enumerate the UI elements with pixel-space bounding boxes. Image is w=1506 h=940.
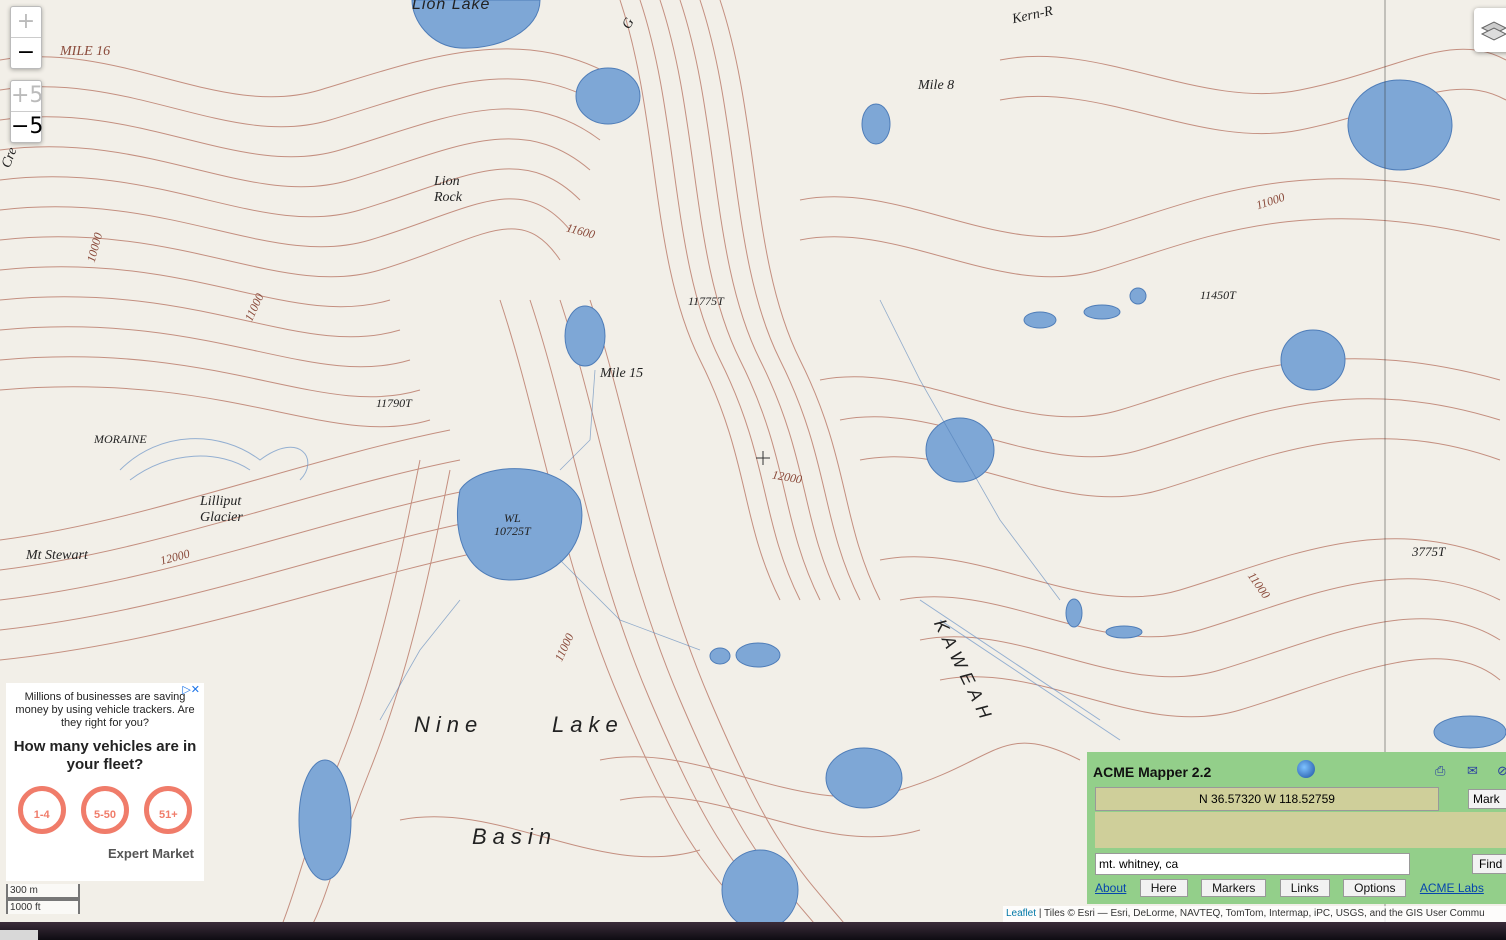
- ad-option-1[interactable]: 1-4: [17, 786, 66, 834]
- label-moraine: MORAINE: [94, 432, 147, 446]
- layers-icon: [1480, 21, 1506, 41]
- zoom-out-button[interactable]: −: [11, 38, 41, 68]
- label-mile16: MILE 16: [60, 44, 111, 59]
- ad-options: 1-4 5-50 51+: [6, 786, 204, 834]
- label-mile15: Mile 15: [600, 366, 644, 381]
- ad-option-3[interactable]: 51+: [144, 786, 193, 834]
- label-wl: WL 10725T: [494, 511, 531, 538]
- label-lilliput-glacier: Lilliput Glacier: [200, 494, 243, 525]
- attribution-text: | Tiles © Esri — Esri, DeLorme, NAVTEQ, …: [1038, 908, 1485, 919]
- layers-button[interactable]: [1474, 8, 1506, 52]
- here-button[interactable]: Here: [1139, 879, 1188, 897]
- advertisement[interactable]: ▷✕ Millions of businesses are saving mon…: [6, 683, 204, 881]
- taskbar-tab[interactable]: [0, 930, 38, 940]
- attribution: Leaflet | Tiles © Esri — Esri, DeLorme, …: [1003, 906, 1506, 922]
- zoom-in-button[interactable]: +: [11, 7, 41, 38]
- leaflet-link[interactable]: Leaflet: [1006, 908, 1036, 919]
- ad-brand: Expert Market: [108, 846, 194, 861]
- label-lake: Lake: [552, 712, 624, 737]
- zoom-control: + −: [10, 6, 42, 69]
- scale-imperial: 1000 ft: [6, 899, 80, 914]
- label-e3775: 3775T: [1412, 544, 1446, 559]
- panel-links: About Here Markers Links Options ACME La…: [1095, 879, 1494, 897]
- mark-button[interactable]: Mark: [1468, 789, 1506, 809]
- ad-headline: How many vehicles are in your fleet?: [13, 738, 197, 773]
- scale-metric: 300 m: [6, 884, 80, 899]
- links-button[interactable]: Links: [1279, 879, 1330, 897]
- find-button[interactable]: Find: [1472, 854, 1506, 874]
- ad-text: Millions of businesses are saving money …: [15, 691, 195, 729]
- email-icon[interactable]: ✉: [1467, 763, 1481, 778]
- zoom-in-5-button[interactable]: +5: [11, 81, 43, 112]
- label-mile8: Mile 8: [918, 78, 955, 93]
- taskbar: [0, 922, 1506, 940]
- label-e11790: 11790T: [376, 396, 412, 410]
- label-mt-stewart: Mt Stewart: [26, 548, 88, 563]
- print-icon[interactable]: ⎙: [1435, 763, 1449, 778]
- label-lion-lake: Lion Lake: [412, 0, 491, 13]
- search-input[interactable]: mt. whitney, ca: [1095, 853, 1410, 875]
- globe-icon[interactable]: [1297, 760, 1315, 778]
- label-basin: Basin: [472, 824, 558, 849]
- label-lion-rock: Lion Rock: [434, 174, 462, 205]
- coords-readout: N 36.57320 W 118.52759: [1095, 787, 1439, 811]
- markers-button[interactable]: Markers: [1201, 879, 1267, 897]
- scale-bar: 300 m 1000 ft: [6, 884, 80, 914]
- label-e11450: 11450T: [1200, 288, 1236, 302]
- label-e11775: 11775T: [688, 294, 724, 308]
- label-nine: Nine: [414, 712, 484, 737]
- link-icon[interactable]: ⊘: [1497, 763, 1506, 778]
- info-area: [1095, 812, 1506, 848]
- about-link[interactable]: About: [1095, 881, 1126, 895]
- acme-panel: ACME Mapper 2.2 ⎙ ✉ ⊘ N 36.57320 W 118.5…: [1087, 752, 1506, 904]
- acme-labs-link[interactable]: ACME Labs: [1420, 881, 1484, 895]
- zoom-step-control: +5 −5: [10, 80, 43, 143]
- panel-title: ACME Mapper 2.2: [1093, 764, 1212, 780]
- zoom-out-5-button[interactable]: −5: [11, 112, 43, 142]
- options-button[interactable]: Options: [1343, 879, 1407, 897]
- ad-option-2[interactable]: 5-50: [80, 786, 129, 834]
- ad-close-icon[interactable]: ▷✕: [182, 683, 200, 696]
